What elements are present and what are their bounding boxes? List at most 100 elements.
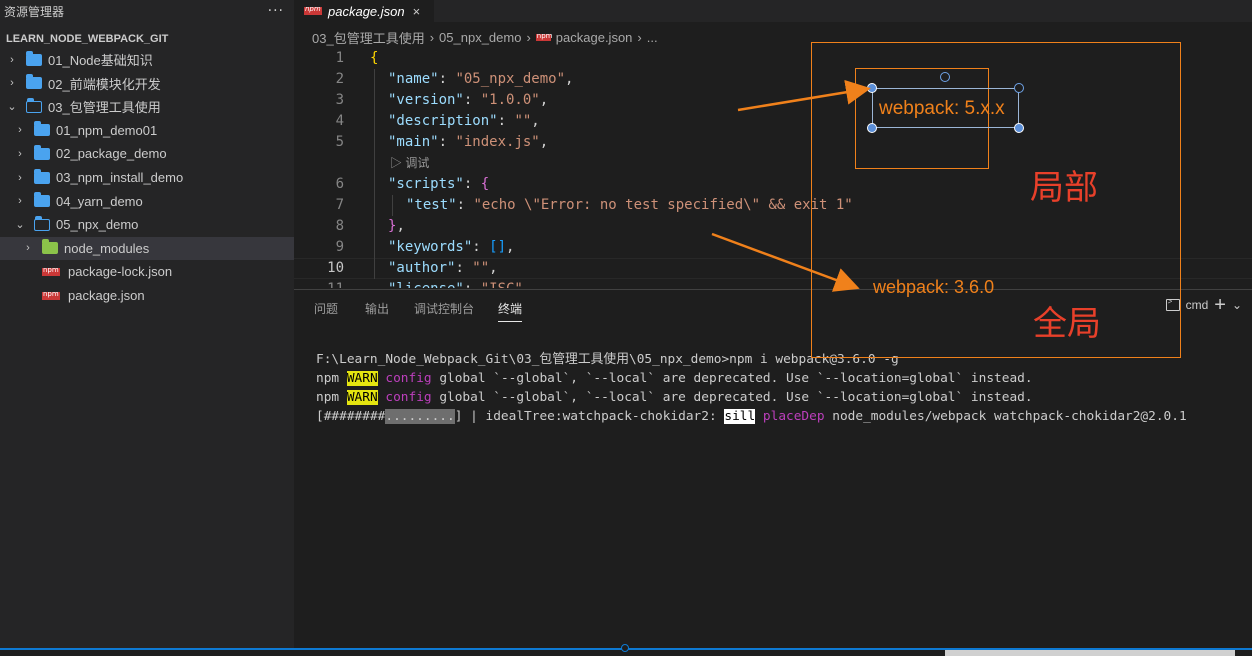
spacer[interactable] — [22, 266, 34, 278]
breadcrumb-item[interactable]: ... — [647, 30, 658, 45]
resize-handle-icon[interactable] — [867, 83, 877, 93]
project-section-header[interactable]: LEARN_NODE_WEBPACK_GIT — [0, 28, 294, 50]
tree-item-label: 01_npm_demo01 — [56, 122, 158, 138]
debug-codelens[interactable]: ▷ 调试 — [390, 154, 429, 171]
tree-item[interactable]: › 02_package_demo — [0, 142, 294, 165]
tree-item[interactable]: › 04_yarn_demo — [0, 190, 294, 213]
line-number: 1 — [335, 50, 344, 66]
code-token: , — [565, 71, 574, 87]
code-content: }, — [388, 216, 405, 237]
tree-item[interactable]: › 02_前端模块化开发 — [0, 72, 294, 95]
code-token: "name" — [388, 71, 439, 87]
code-token: "index.js" — [455, 134, 540, 150]
code-token: : — [472, 239, 490, 255]
local-label: 局部 — [1030, 168, 1098, 208]
code-token: [] — [489, 239, 507, 255]
folder-open-icon — [26, 97, 42, 113]
chevron-right-icon[interactable]: › — [14, 148, 26, 160]
warn-badge: WARN — [346, 390, 378, 405]
resize-handle-icon[interactable] — [1014, 83, 1024, 93]
more-actions-icon[interactable]: ··· — [268, 3, 284, 19]
code-token: "05_npx_demo" — [455, 71, 566, 87]
code-token: "scripts" — [388, 176, 464, 192]
resize-handle-icon[interactable] — [867, 123, 877, 133]
tab-package-json[interactable]: package.json × — [294, 0, 434, 22]
drag-handle-icon[interactable] — [621, 644, 629, 652]
chevron-down-icon[interactable]: ⌄ — [14, 219, 26, 231]
tree-item[interactable]: ⌄ 03_包管理工具使用 — [0, 95, 294, 118]
placedep-label: placeDep — [762, 409, 825, 424]
chevron-down-icon[interactable]: ⌄ — [6, 101, 18, 113]
editor-tab-bar: package.json × — [294, 0, 1252, 22]
spacer[interactable] — [22, 290, 34, 302]
breadcrumb-item[interactable]: 03_包管理工具使用 — [312, 28, 425, 47]
line-number: 6 — [335, 176, 344, 192]
code-content: { — [370, 48, 378, 69]
chevron-down-icon[interactable]: ⌄ — [1232, 298, 1242, 312]
folder-icon — [34, 144, 50, 160]
chevron-right-icon[interactable]: › — [6, 54, 18, 66]
tree-item[interactable]: › node_modules — [0, 236, 294, 260]
folder-open-icon — [34, 215, 50, 231]
folder-icon — [26, 74, 42, 90]
new-terminal-icon[interactable]: + — [1214, 295, 1226, 315]
code-token: "" — [472, 260, 490, 276]
tree-item[interactable]: › 01_npm_demo01 — [0, 119, 294, 142]
tree-item-label: 01_Node基础知识 — [48, 53, 153, 68]
line-number: 4 — [335, 113, 344, 129]
code-token: : — [463, 176, 481, 192]
close-icon[interactable]: × — [413, 4, 421, 19]
tab-terminal[interactable]: 终端 — [498, 300, 523, 322]
tree-item-label: 03_包管理工具使用 — [48, 100, 161, 116]
line-number: 2 — [335, 71, 344, 87]
terminal-output[interactable]: F:\Learn_Node_Webpack_Git\03_包管理工具使用\05_… — [316, 350, 1187, 426]
breadcrumb-item[interactable]: 05_npx_demo — [439, 30, 521, 45]
code-token: , — [489, 260, 498, 276]
breadcrumb-item[interactable]: package.json — [556, 30, 633, 45]
chevron-right-icon[interactable]: › — [14, 195, 26, 207]
tree-item-label: 05_npx_demo — [56, 217, 139, 233]
line-number: 11 — [314, 279, 344, 288]
code-token: "ISC" — [481, 281, 523, 288]
code-token: : — [438, 134, 456, 150]
tree-item[interactable]: package-lock.json — [0, 260, 294, 283]
rotate-handle-icon[interactable] — [940, 72, 950, 82]
tree-item-label: 03_npm_install_demo — [56, 170, 184, 185]
explorer-title: 资源管理器 — [4, 4, 65, 19]
code-token: , — [396, 218, 405, 234]
shell-name[interactable]: cmd — [1186, 298, 1209, 312]
tree-item[interactable]: ⌄ 05_npx_demo — [0, 213, 294, 236]
tab-output[interactable]: 输出 — [365, 300, 389, 317]
code-token: "" — [514, 113, 532, 129]
terminal-warn-line: npm WARN config global `--global`, `--lo… — [316, 371, 1033, 386]
local-version-note: webpack: 5.x.x — [879, 98, 1005, 119]
chevron-right-icon: › — [526, 29, 531, 45]
chevron-right-icon: › — [429, 29, 435, 45]
warn-badge: WARN — [346, 371, 378, 386]
tab-debug-console[interactable]: 调试控制台 — [414, 300, 474, 317]
terminal-warn-line: npm WARN config global `--global`, `--lo… — [316, 390, 1033, 405]
code-token: , — [539, 92, 549, 108]
chevron-right-icon[interactable]: › — [14, 172, 26, 184]
tree-item[interactable]: › 03_npm_install_demo — [0, 166, 294, 189]
tree-item-label: 02_package_demo — [56, 146, 167, 162]
tree-item[interactable]: › 01_Node基础知识 — [0, 48, 294, 71]
node-modules-folder-icon — [42, 239, 58, 255]
chevron-right-icon[interactable]: › — [6, 77, 18, 89]
code-content: "version": "1.0.0", — [388, 90, 548, 111]
progress-open: [ — [316, 409, 324, 424]
chevron-right-icon[interactable]: › — [14, 124, 26, 136]
line-number: 7 — [335, 197, 344, 213]
config-label: config — [385, 390, 432, 405]
resize-handle-icon[interactable] — [1014, 123, 1024, 133]
line-number: 8 — [335, 218, 344, 234]
chevron-right-icon[interactable]: › — [22, 242, 34, 254]
tab-problems[interactable]: 问题 — [314, 300, 338, 317]
tree-item[interactable]: package.json — [0, 284, 294, 307]
progress-rest: ......... — [385, 409, 455, 424]
global-label: 全局 — [1033, 304, 1101, 344]
code-token: : — [438, 71, 456, 87]
npm-prefix: npm — [316, 371, 347, 386]
breadcrumb: 03_包管理工具使用 › 05_npx_demo › package.json … — [312, 28, 658, 46]
code-token: , — [539, 134, 549, 150]
